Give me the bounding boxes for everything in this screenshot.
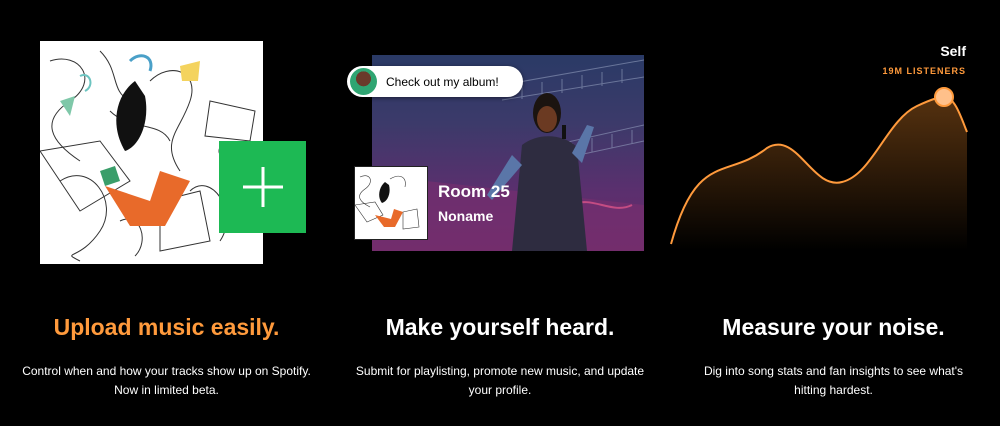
feature-description: Control when and how your tracks show up… — [22, 364, 311, 397]
speech-bubble-text: Check out my album! — [386, 74, 499, 89]
track-title[interactable]: Room 25 — [438, 182, 510, 202]
add-button[interactable] — [219, 141, 306, 233]
listeners-area — [671, 97, 967, 250]
feature-description: Submit for playlisting, promote new musi… — [355, 364, 645, 397]
listeners-chart — [670, 87, 968, 250]
feature-heading: Make yourself heard. — [385, 314, 615, 340]
artist-avatar — [350, 68, 377, 95]
plus-icon — [242, 167, 283, 207]
speech-bubble: Check out my album! — [347, 66, 523, 97]
feature-heading: Measure your noise. — [722, 314, 945, 340]
listeners-count: 19M LISTENERS — [882, 66, 966, 76]
series-name: Self — [940, 43, 966, 59]
album-thumbnail[interactable] — [354, 166, 428, 240]
track-artist[interactable]: Noname — [438, 208, 493, 224]
peak-marker[interactable] — [934, 87, 954, 107]
feature-heading: Upload music easily. — [53, 314, 280, 340]
feature-description: Dig into song stats and fan insights to … — [703, 364, 964, 397]
album-thumbnail-drawing — [355, 175, 420, 230]
